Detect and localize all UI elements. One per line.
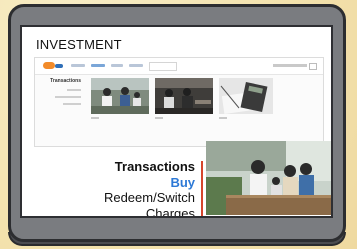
thumbnail-calculator[interactable] (219, 78, 273, 114)
nav-account-link[interactable] (273, 64, 307, 67)
nav-menu-icon[interactable] (309, 63, 317, 70)
menu-divider (201, 161, 203, 216)
thumbnail-people-meeting[interactable] (91, 78, 149, 114)
site-sidebar-item[interactable] (55, 96, 81, 98)
brand-logo-mark-icon (55, 64, 63, 68)
page-title: INVESTMENT (36, 37, 122, 52)
nav-link[interactable] (111, 64, 123, 67)
site-sidebar-item[interactable] (67, 89, 81, 91)
brand-logo-icon (43, 62, 55, 69)
transactions-menu: Transactions Buy Redeem/Switch Charges (104, 159, 195, 217)
nav-link-active[interactable] (91, 64, 105, 67)
thumbnail-office-meeting[interactable] (155, 78, 213, 114)
family-photo (206, 141, 331, 215)
website-screenshot: Transactions (34, 57, 324, 147)
site-nav-bar (35, 58, 323, 75)
thumbnail-caption (91, 117, 99, 119)
transactions-section: Transactions Buy Redeem/Switch Charges (34, 141, 331, 217)
menu-item-charges[interactable]: Charges (104, 206, 195, 217)
site-sidebar-heading: Transactions (50, 78, 81, 84)
thumbnail-caption (155, 117, 163, 119)
thumbnail-caption (219, 117, 227, 119)
nav-search-box[interactable] (149, 62, 177, 71)
nav-link[interactable] (129, 64, 143, 67)
menu-heading: Transactions (114, 159, 195, 174)
site-sidebar-item[interactable] (63, 103, 81, 105)
site-sidebar: Transactions (37, 78, 85, 105)
menu-item-redeem-switch[interactable]: Redeem/Switch (104, 190, 195, 206)
menu-item-buy[interactable]: Buy (104, 175, 195, 191)
nav-link[interactable] (71, 64, 85, 67)
tablet-screen: INVESTMENT Transactions Transactions Buy… (20, 25, 333, 218)
